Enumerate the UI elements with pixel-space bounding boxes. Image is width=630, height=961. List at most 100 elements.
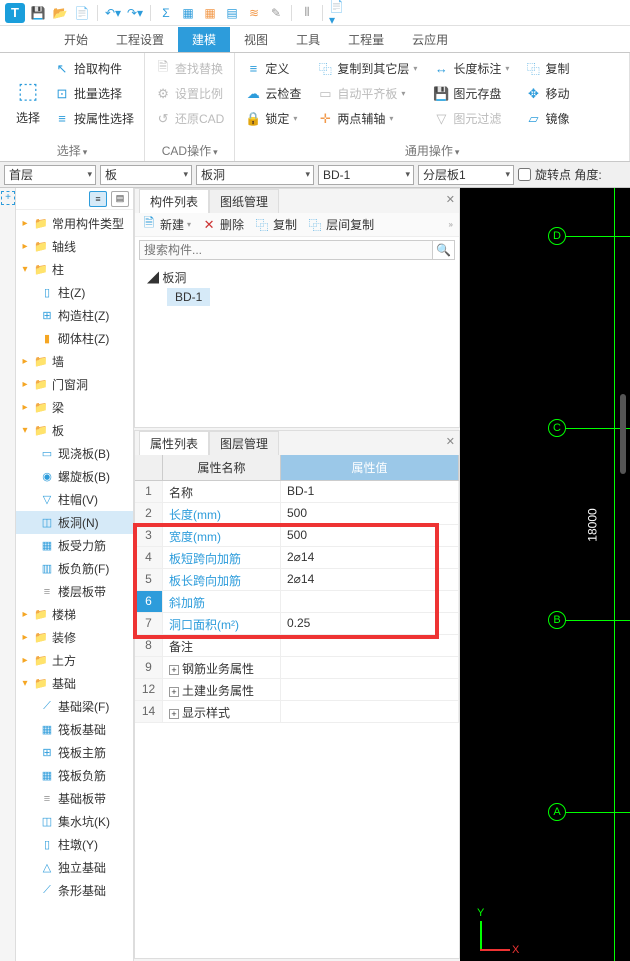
- card-view-icon[interactable]: ▤: [111, 191, 129, 207]
- tree-group[interactable]: ▸📁墙: [16, 350, 133, 373]
- grid-icon[interactable]: ▤: [223, 4, 241, 22]
- tab-view[interactable]: 视图: [230, 27, 282, 52]
- tab-tools[interactable]: 工具: [282, 27, 334, 52]
- redo-icon[interactable]: ↷▾: [126, 4, 144, 22]
- property-row[interactable]: 7洞口面积(m²)0.25: [135, 613, 459, 635]
- tree-item[interactable]: ▦板受力筋: [16, 534, 133, 557]
- tab-layer-mgmt[interactable]: 图层管理: [209, 431, 279, 455]
- tree-group[interactable]: ▸📁门窗洞: [16, 373, 133, 396]
- copy-icon[interactable]: 📄: [73, 4, 91, 22]
- property-row[interactable]: 9+钢筋业务属性: [135, 657, 459, 679]
- copy-to-layer[interactable]: ⿻复制到其它层 ▾: [313, 57, 421, 80]
- tree-group[interactable]: ▸📁楼梯: [16, 603, 133, 626]
- tree-group[interactable]: ▸📁梁: [16, 396, 133, 419]
- page-icon[interactable]: 📄▾: [329, 4, 347, 22]
- tab-cloud[interactable]: 云应用: [398, 27, 462, 52]
- tree-group[interactable]: ▸📁轴线: [16, 235, 133, 258]
- bars-icon[interactable]: ⦀: [298, 4, 316, 22]
- tab-component-list[interactable]: 构件列表: [139, 189, 209, 213]
- tab-project[interactable]: 工程设置: [102, 27, 178, 52]
- stack-icon[interactable]: ≋: [245, 4, 263, 22]
- table2-icon[interactable]: ▦: [201, 4, 219, 22]
- list-root[interactable]: ◢ 板洞: [143, 267, 451, 288]
- tree-item[interactable]: ◫板洞(N): [16, 511, 133, 534]
- tab-start[interactable]: 开始: [50, 27, 102, 52]
- new-button[interactable]: 🗎新建▾: [141, 216, 191, 233]
- search-input[interactable]: [139, 240, 433, 260]
- select-by-property[interactable]: ≡按属性选择: [50, 107, 138, 130]
- pick-component[interactable]: ↖拾取构件: [50, 57, 138, 80]
- property-row[interactable]: 4板短跨向加筋2⌀14: [135, 547, 459, 569]
- tab-drawing-mgmt[interactable]: 图纸管理: [209, 189, 279, 213]
- tree-item[interactable]: ▦筏板基础: [16, 718, 133, 741]
- lock-button[interactable]: 🔒锁定 ▾: [241, 107, 305, 130]
- tree-item[interactable]: ▮砌体柱(Z): [16, 327, 133, 350]
- batch-select[interactable]: ⊡批量选择: [50, 82, 138, 105]
- tab-properties[interactable]: 属性列表: [139, 431, 209, 455]
- close-icon[interactable]: ✕: [446, 435, 455, 448]
- tree-item[interactable]: ⟋条形基础: [16, 879, 133, 902]
- length-dim[interactable]: ↔长度标注 ▾: [429, 57, 513, 80]
- tree-group[interactable]: ▸📁土方: [16, 649, 133, 672]
- move-button[interactable]: ✥移动: [521, 82, 573, 105]
- search-icon[interactable]: 🔍: [433, 240, 455, 260]
- floor-copy-button[interactable]: ⿻层间复制: [307, 216, 374, 233]
- layer-select[interactable]: 分层板1: [418, 165, 514, 185]
- category-select[interactable]: 板: [100, 165, 192, 185]
- list-view-icon[interactable]: ≡: [89, 191, 107, 207]
- tree-item[interactable]: ▯柱(Z): [16, 281, 133, 304]
- scrollbar[interactable]: [620, 394, 626, 474]
- type-select[interactable]: 板洞: [196, 165, 314, 185]
- property-row[interactable]: 5板长跨向加筋2⌀14: [135, 569, 459, 591]
- tree-group[interactable]: ▾📁柱: [16, 258, 133, 281]
- tree-item[interactable]: ▽柱帽(V): [16, 488, 133, 511]
- edit-icon[interactable]: ✎: [267, 4, 285, 22]
- table-icon[interactable]: ▦: [179, 4, 197, 22]
- tree-group[interactable]: ▸📁常用构件类型: [16, 212, 133, 235]
- property-row[interactable]: 12+土建业务属性: [135, 679, 459, 701]
- tree-group[interactable]: ▾📁基础: [16, 672, 133, 695]
- open-icon[interactable]: 📂: [51, 4, 69, 22]
- tree-item[interactable]: △独立基础: [16, 856, 133, 879]
- floor-select[interactable]: 首层: [4, 165, 96, 185]
- tree-item[interactable]: ≡楼层板带: [16, 580, 133, 603]
- tree-item[interactable]: ⊞筏板主筋: [16, 741, 133, 764]
- tree-item[interactable]: ▭现浇板(B): [16, 442, 133, 465]
- tab-quantity[interactable]: 工程量: [334, 27, 398, 52]
- tree-item[interactable]: ◫集水坑(K): [16, 810, 133, 833]
- property-row[interactable]: 3宽度(mm)500: [135, 525, 459, 547]
- tab-model[interactable]: 建模: [178, 27, 230, 52]
- mirror-button[interactable]: ▱镜像: [521, 107, 573, 130]
- tree-item[interactable]: ◉螺旋板(B): [16, 465, 133, 488]
- tree-item[interactable]: ⟋基础梁(F): [16, 695, 133, 718]
- delete-button[interactable]: ✕删除: [201, 216, 244, 233]
- chevron-right-icon[interactable]: »: [449, 220, 453, 229]
- list-item[interactable]: BD-1: [167, 288, 210, 306]
- tree-group[interactable]: ▾📁板: [16, 419, 133, 442]
- property-row[interactable]: 1名称BD-1: [135, 481, 459, 503]
- component-select[interactable]: BD-1: [318, 165, 414, 185]
- close-icon[interactable]: ✕: [446, 193, 455, 206]
- define-button[interactable]: ≡定义: [241, 57, 305, 80]
- add-icon[interactable]: +: [1, 191, 15, 205]
- property-row[interactable]: 14+显示样式: [135, 701, 459, 723]
- cloud-check[interactable]: ☁云检查: [241, 82, 305, 105]
- property-row[interactable]: 6斜加筋: [135, 591, 459, 613]
- property-row[interactable]: 8备注: [135, 635, 459, 657]
- undo-icon[interactable]: ↶▾: [104, 4, 122, 22]
- copy-button[interactable]: ⿻复制: [521, 57, 573, 80]
- save-icon[interactable]: 💾: [29, 4, 47, 22]
- tree-item[interactable]: ▯柱墩(Y): [16, 833, 133, 856]
- tree-item[interactable]: ⊞构造柱(Z): [16, 304, 133, 327]
- tree-item[interactable]: ≡基础板带: [16, 787, 133, 810]
- element-save[interactable]: 💾图元存盘: [429, 82, 513, 105]
- copy-button2[interactable]: ⿻复制: [254, 216, 297, 233]
- rotate-checkbox[interactable]: [518, 168, 531, 181]
- select-button[interactable]: ⬚ 选择: [6, 57, 50, 145]
- sigma-icon[interactable]: Σ: [157, 4, 175, 22]
- property-row[interactable]: 2长度(mm)500: [135, 503, 459, 525]
- tree-group[interactable]: ▸📁装修: [16, 626, 133, 649]
- drawing-viewport[interactable]: D C B A 18000 Y X: [460, 188, 630, 961]
- tree-item[interactable]: ▦筏板负筋: [16, 764, 133, 787]
- tree-item[interactable]: ▥板负筋(F): [16, 557, 133, 580]
